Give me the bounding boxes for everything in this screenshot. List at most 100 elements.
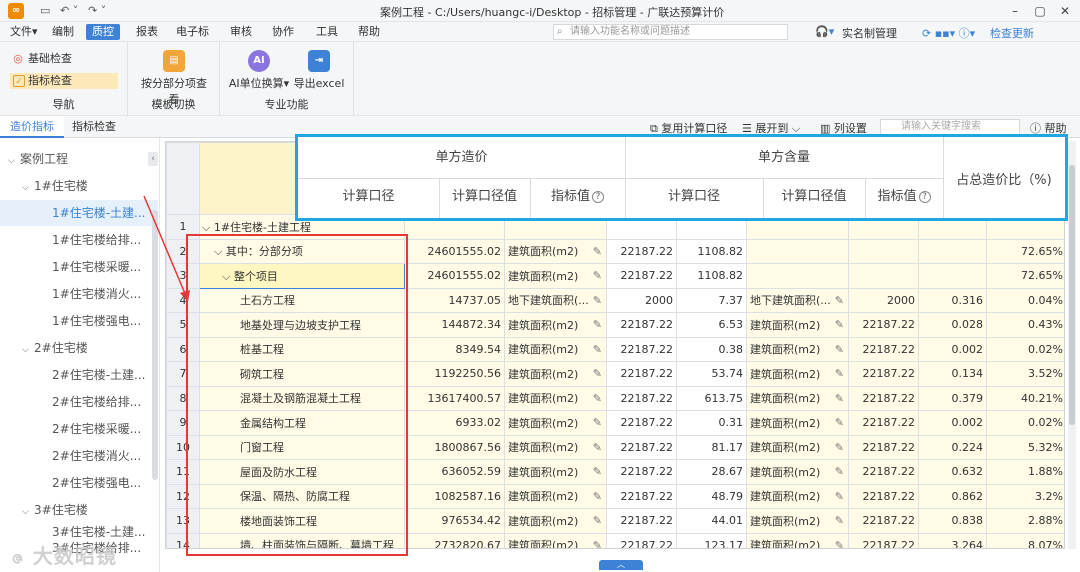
edit-icon[interactable]: ✎ — [593, 441, 602, 454]
calc-basis-2-cell[interactable] — [746, 263, 849, 289]
calc-value-cell[interactable]: 22187.22 — [606, 434, 677, 460]
cost-ratio-cell[interactable]: 0.43% — [986, 312, 1064, 338]
menu-report[interactable]: 报表 — [130, 24, 164, 40]
indicator-value-cell[interactable]: 0.31 — [676, 410, 747, 436]
tree-node[interactable]: 2#住宅楼消火... — [0, 443, 158, 469]
amount-value[interactable]: 1192250.56 — [404, 361, 505, 387]
keyword-search-input[interactable]: 请输入关键字搜索 — [880, 119, 1020, 135]
bottom-expand-tab[interactable]: ︿ — [599, 560, 643, 570]
indicator-value-cell[interactable]: 44.01 — [676, 508, 747, 534]
calc-basis-2-cell[interactable]: 建筑面积(m2) ✎ — [746, 361, 849, 387]
calc-basis-cell[interactable]: 建筑面积(m2) ✎ — [504, 263, 607, 289]
amount-value[interactable]: 24601555.02 — [404, 238, 505, 264]
tree-node-selected[interactable]: 1#住宅楼-土建... — [0, 200, 158, 226]
edit-icon[interactable]: ✎ — [593, 318, 602, 331]
edit-icon[interactable]: ✎ — [593, 343, 602, 356]
indicator-value-2-cell[interactable]: 0.632 — [918, 459, 987, 485]
edit-icon[interactable]: ✎ — [593, 294, 602, 307]
calc-basis-cell[interactable]: 建筑面积(m2) ✎ — [504, 483, 607, 509]
calc-basis-2-cell[interactable]: 建筑面积(m2) ✎ — [746, 483, 849, 509]
edit-icon[interactable]: ✎ — [593, 367, 602, 380]
calc-value-cell[interactable]: 2000 — [606, 287, 677, 313]
menu-help[interactable]: 帮助 — [352, 24, 386, 40]
tree-node[interactable]: ⌵ 1#住宅楼 — [0, 173, 158, 199]
redo-icon[interactable]: ↷ ˅ — [88, 4, 106, 17]
amount-value[interactable]: 2732820.67 — [404, 532, 505, 548]
cost-ratio-cell[interactable]: 72.65% — [986, 238, 1064, 264]
indicator-value-cell[interactable]: 1108.82 — [676, 238, 747, 264]
edit-icon[interactable]: ✎ — [835, 392, 844, 405]
indicator-value-2-cell[interactable]: 0.379 — [918, 385, 987, 411]
maximize-button[interactable]: ▢ — [1030, 2, 1050, 20]
edit-icon[interactable]: ✎ — [835, 539, 844, 549]
tree-node[interactable]: 2#住宅楼-土建... — [0, 362, 158, 388]
tree-node[interactable]: 2#住宅楼强电... — [0, 470, 158, 496]
check-update-button[interactable]: 检查更新 — [990, 25, 1034, 41]
amount-value[interactable]: 1800867.56 — [404, 434, 505, 460]
calc-value-2-cell[interactable]: 22187.22 — [848, 459, 919, 485]
calc-basis-cell[interactable]: 建筑面积(m2) ✎ — [504, 361, 607, 387]
calc-value-2-cell[interactable]: 22187.22 — [848, 434, 919, 460]
amount-value[interactable]: 8349.54 — [404, 336, 505, 362]
indicator-value-2-cell[interactable]: 3.264 — [918, 532, 987, 548]
tree-node[interactable]: 2#住宅楼采暖... — [0, 416, 158, 442]
amount-value[interactable]: 636052.59 — [404, 459, 505, 485]
calc-basis-2-cell[interactable]: 建筑面积(m2) ✎ — [746, 434, 849, 460]
calc-basis-2-cell[interactable]: 建筑面积(m2) ✎ — [746, 508, 849, 534]
tree-node[interactable]: 1#住宅楼消火... — [0, 281, 158, 307]
edit-icon[interactable]: ✎ — [835, 490, 844, 503]
tab-indicator-check[interactable]: 指标检查 — [62, 116, 126, 138]
calc-basis-cell[interactable]: 建筑面积(m2) ✎ — [504, 532, 607, 549]
indicator-value-cell[interactable]: 0.38 — [676, 336, 747, 362]
calc-value-cell[interactable]: 22187.22 — [606, 410, 677, 436]
calc-basis-2-cell[interactable]: 建筑面积(m2) ✎ — [746, 410, 849, 436]
edit-icon[interactable]: ✎ — [593, 490, 602, 503]
cost-ratio-cell[interactable]: 5.32% — [986, 434, 1064, 460]
menu-file[interactable]: 文件▾ — [4, 24, 44, 40]
edit-icon[interactable]: ✎ — [835, 367, 844, 380]
save-icon[interactable]: ▭ — [40, 4, 50, 17]
calc-basis-2-cell[interactable]: 地下建筑面积(... ✎ — [746, 287, 849, 313]
menu-compile[interactable]: 编制 — [46, 24, 80, 40]
edit-icon[interactable]: ✎ — [835, 465, 844, 478]
calc-value-cell[interactable]: 22187.22 — [606, 238, 677, 264]
scrollbar-thumb[interactable] — [1069, 165, 1075, 425]
calc-value-2-cell[interactable] — [848, 263, 919, 289]
indicator-value-cell[interactable]: 81.17 — [676, 434, 747, 460]
tree-node[interactable]: 3#住宅楼-土建... — [0, 524, 158, 540]
tree-node[interactable]: 1#住宅楼采暖... — [0, 254, 158, 280]
calc-basis-cell[interactable]: 建筑面积(m2) ✎ — [504, 459, 607, 485]
cost-ratio-cell[interactable]: 2.88% — [986, 508, 1064, 534]
collapse-sidebar-button[interactable]: ‹ — [148, 152, 158, 166]
calc-value-2-cell[interactable]: 22187.22 — [848, 336, 919, 362]
calc-value-cell[interactable]: 22187.22 — [606, 459, 677, 485]
amount-value[interactable]: 6933.02 — [404, 410, 505, 436]
menu-tools[interactable]: 工具 — [310, 24, 344, 40]
tree-node[interactable]: ⌵ 2#住宅楼 — [0, 335, 158, 361]
indicator-value-2-cell[interactable]: 0.002 — [918, 410, 987, 436]
edit-icon[interactable]: ✎ — [593, 539, 602, 549]
question-icon[interactable]: ? — [592, 191, 604, 203]
amount-value[interactable]: 144872.34 — [404, 312, 505, 338]
cost-ratio-cell[interactable]: 3.2% — [986, 483, 1064, 509]
indicator-value-2-cell[interactable] — [918, 238, 987, 264]
headset-icon[interactable]: 🎧▾ — [815, 25, 834, 38]
toolbar-icons[interactable]: ⟳ ▪▪▾ ⓘ▾ — [922, 25, 975, 41]
edit-icon[interactable]: ✎ — [835, 441, 844, 454]
calc-basis-2-cell[interactable]: 建筑面积(m2) ✎ — [746, 532, 849, 549]
question-icon[interactable]: ? — [918, 191, 931, 203]
edit-icon[interactable]: ✎ — [835, 343, 844, 356]
basic-check-button[interactable]: ◎ 基础检查 — [12, 51, 72, 67]
minimize-button[interactable]: – — [1005, 2, 1025, 20]
calc-value-cell[interactable]: 22187.22 — [606, 361, 677, 387]
indicator-value-cell[interactable]: 7.37 — [676, 287, 747, 313]
calc-basis-2-cell[interactable]: 建筑面积(m2) ✎ — [746, 336, 849, 362]
close-button[interactable]: ✕ — [1055, 2, 1075, 20]
cost-ratio-cell[interactable]: 1.88% — [986, 459, 1064, 485]
calc-value-2-cell[interactable]: 22187.22 — [848, 483, 919, 509]
indicator-value-2-cell[interactable]: 0.224 — [918, 434, 987, 460]
realname-button[interactable]: 实名制管理 — [842, 25, 897, 41]
indicator-value-2-cell[interactable] — [918, 263, 987, 289]
cost-ratio-cell[interactable]: 40.21% — [986, 385, 1064, 411]
tab-cost-indicator[interactable]: 造价指标 — [0, 116, 64, 138]
